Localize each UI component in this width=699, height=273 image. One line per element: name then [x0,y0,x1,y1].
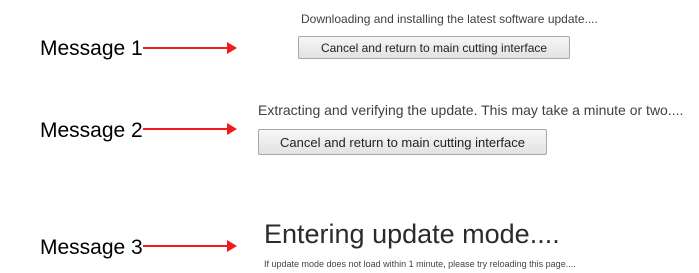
message-2-label: Message 2 [40,119,143,142]
message-3-label: Message 3 [40,236,143,259]
reload-note: If update mode does not load within 1 mi… [264,259,576,269]
message-3-arrow [143,240,237,252]
message-2-arrow [143,123,237,135]
extract-status-text: Extracting and verifying the update. Thi… [258,102,684,118]
cancel-download-button[interactable]: Cancel and return to main cutting interf… [298,36,570,59]
cancel-extract-button[interactable]: Cancel and return to main cutting interf… [258,129,547,155]
download-status-text: Downloading and installing the latest so… [301,12,598,26]
message-1-label: Message 1 [40,37,143,60]
update-mode-heading: Entering update mode.... [264,219,560,249]
message-1-arrow [143,42,237,54]
